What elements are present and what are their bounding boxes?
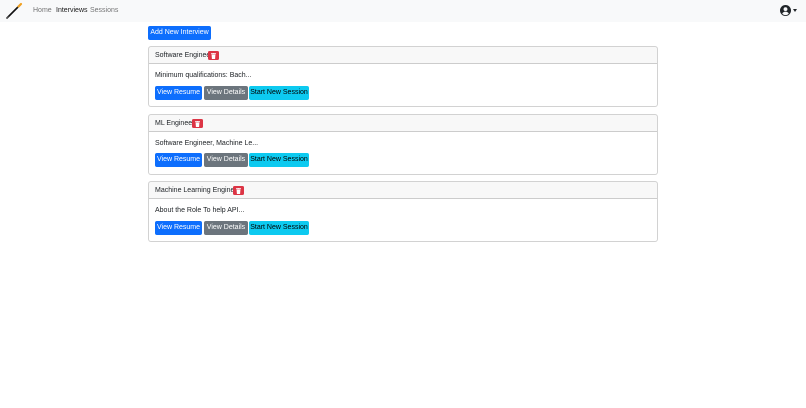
- interview-card: Machine Learning Engineer About the Role…: [148, 181, 658, 242]
- trash-icon: [195, 120, 200, 127]
- interview-description: About the Role To help API...: [155, 207, 245, 214]
- view-resume-button[interactable]: View Resume: [155, 153, 202, 167]
- start-new-session-button[interactable]: Start New Session: [249, 153, 309, 167]
- nav-link-interviews[interactable]: Interviews: [56, 7, 88, 15]
- user-circle-icon: [780, 5, 791, 16]
- view-details-button[interactable]: View Details: [204, 86, 248, 100]
- nav-link-home[interactable]: Home: [33, 7, 52, 15]
- card-header: Software Engineer: [149, 47, 657, 64]
- view-details-button[interactable]: View Details: [204, 153, 248, 167]
- view-details-button[interactable]: View Details: [204, 221, 248, 235]
- delete-interview-button[interactable]: [208, 51, 219, 60]
- chevron-down-icon: [793, 9, 797, 12]
- view-resume-button[interactable]: View Resume: [155, 86, 202, 100]
- trash-icon: [211, 52, 216, 59]
- card-header: Machine Learning Engineer: [149, 182, 657, 199]
- add-new-interview-button[interactable]: Add New Interview: [148, 26, 211, 40]
- top-navbar: Home Interviews Sessions: [0, 0, 806, 22]
- view-resume-button[interactable]: View Resume: [155, 221, 202, 235]
- interview-card: ML Engineer Software Engineer, Machine L…: [148, 114, 658, 175]
- interview-description: Minimum qualifications: Bach...: [155, 72, 252, 79]
- start-new-session-button[interactable]: Start New Session: [249, 221, 309, 235]
- interview-title: Software Engineer: [155, 52, 213, 59]
- card-header: ML Engineer: [149, 115, 657, 132]
- interview-title: Machine Learning Engineer: [155, 187, 241, 194]
- interview-description: Software Engineer, Machine Le...: [155, 140, 259, 147]
- nav-link-sessions[interactable]: Sessions: [90, 7, 118, 15]
- trash-icon: [236, 187, 241, 194]
- interview-card: Software Engineer Minimum qualifications…: [148, 46, 658, 107]
- delete-interview-button[interactable]: [233, 186, 244, 195]
- start-new-session-button[interactable]: Start New Session: [249, 86, 309, 100]
- interview-title: ML Engineer: [155, 120, 195, 127]
- pencil-logo-icon[interactable]: [5, 2, 23, 20]
- user-menu-toggle[interactable]: [780, 5, 800, 16]
- delete-interview-button[interactable]: [192, 119, 203, 128]
